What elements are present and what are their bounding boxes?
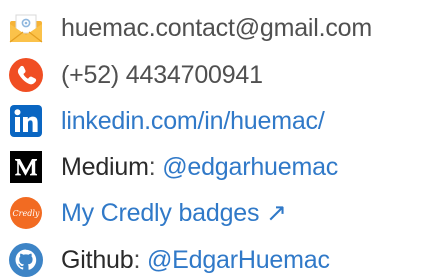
linkedin-link[interactable]: linkedin.com/in/huemac/ <box>61 108 325 134</box>
github-link[interactable]: @EdgarHuemac <box>147 246 330 274</box>
medium-icon <box>8 149 44 185</box>
medium-separator: : <box>148 152 163 181</box>
contact-credly-row: Credly My Credly badges ↗ <box>0 193 430 233</box>
medium-link[interactable]: @edgarhuemac <box>162 153 338 181</box>
phone-icon <box>8 57 44 93</box>
credly-link[interactable]: My Credly badges ↗ <box>61 200 287 226</box>
medium-label: Medium <box>61 152 149 181</box>
contact-linkedin-row: linkedin.com/in/huemac/ <box>0 101 430 141</box>
email-address: huemac.contact@gmail.com <box>61 13 372 42</box>
github-entry: Github: @EdgarHuemac <box>61 245 330 274</box>
contact-list: huemac.contact@gmail.com (+52) 443470094… <box>0 0 430 280</box>
contact-github-row: Github: @EdgarHuemac <box>0 240 430 280</box>
phone-number: (+52) 4434700941 <box>61 60 263 89</box>
credly-icon-text: Credly <box>13 209 40 218</box>
github-icon <box>8 242 44 278</box>
envelope-icon <box>8 10 44 46</box>
linkedin-icon <box>8 103 44 139</box>
contact-phone-row: (+52) 4434700941 <box>0 55 430 95</box>
github-label: Github <box>61 245 134 274</box>
contact-medium-row: Medium: @edgarhuemac <box>0 147 430 187</box>
credly-icon: Credly <box>8 195 44 231</box>
github-separator: : <box>133 245 147 274</box>
contact-email-row: huemac.contact@gmail.com <box>0 8 430 48</box>
medium-entry: Medium: @edgarhuemac <box>61 152 338 181</box>
